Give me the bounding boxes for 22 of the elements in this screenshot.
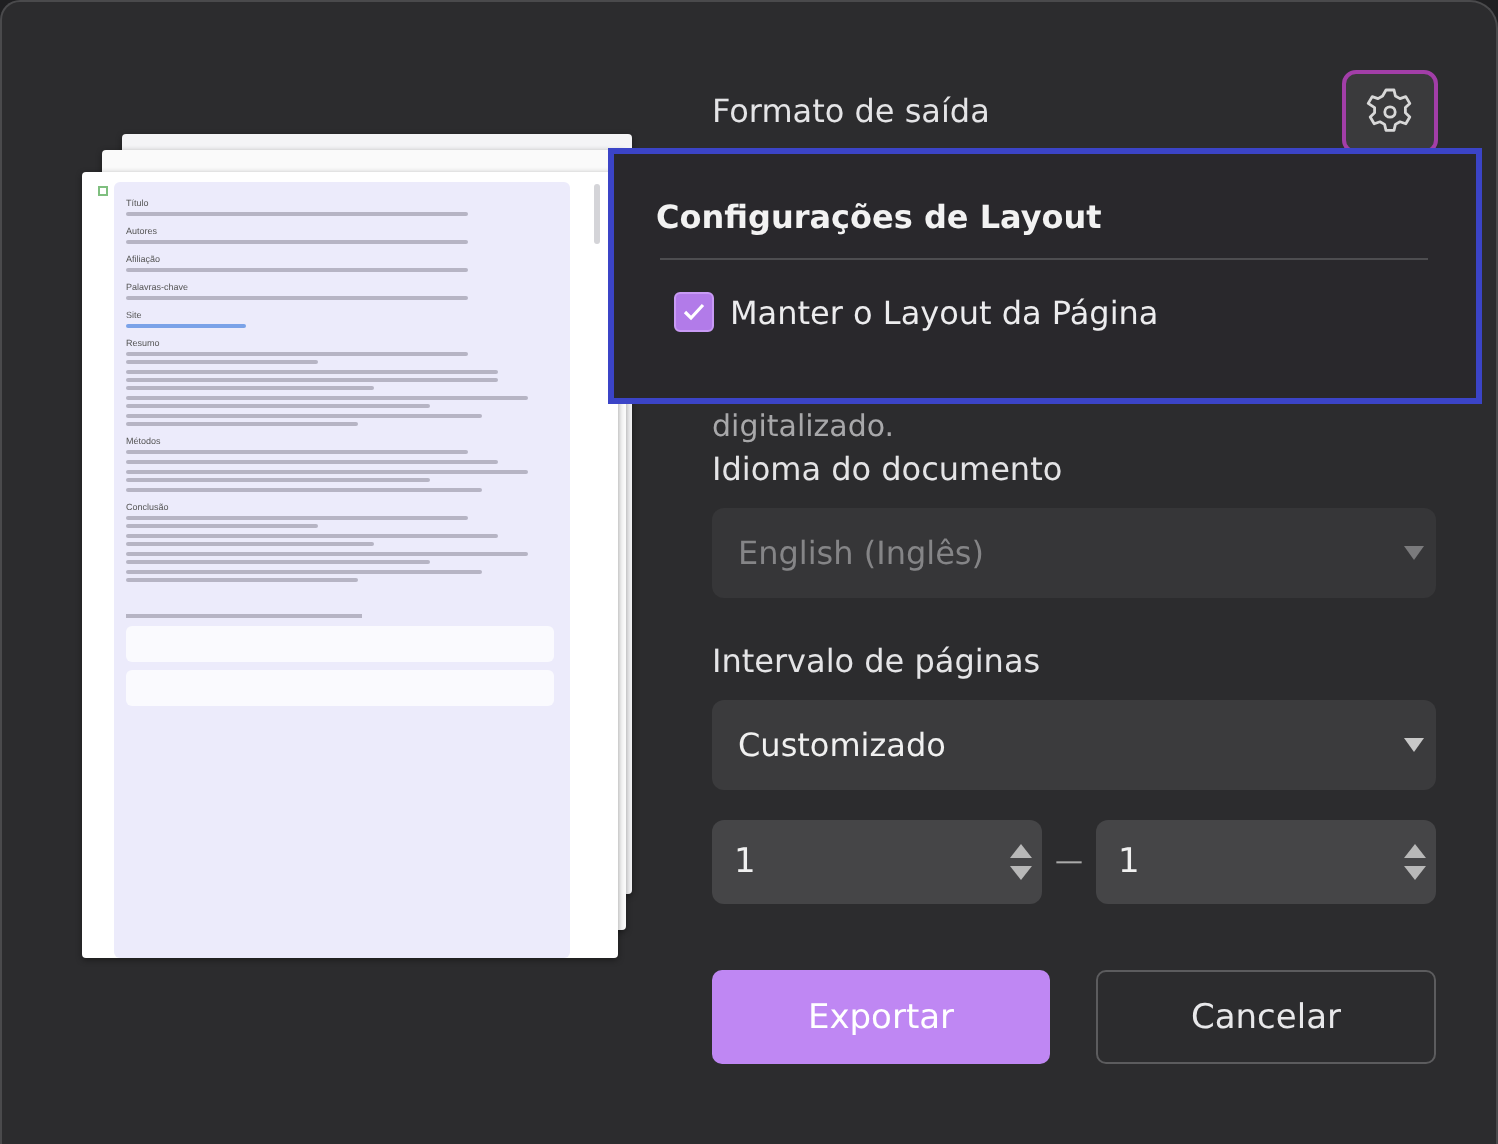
dropdown-arrow-icon [1404, 738, 1424, 752]
cancel-button[interactable]: Cancelar [1096, 970, 1436, 1064]
range-separator: — [1053, 846, 1085, 878]
checkmark-icon [682, 302, 706, 322]
number-field[interactable]: 1 [712, 820, 1042, 904]
settings-button[interactable] [1342, 70, 1438, 154]
dropdown-arrow-icon [1404, 546, 1424, 560]
scrollbar [594, 184, 600, 244]
link-line-drawing [126, 324, 246, 328]
section-label: Formato de saída [712, 92, 990, 132]
section-label: Intervalo de páginas [712, 642, 1043, 682]
popup-title: Configurações de Layout [656, 196, 1104, 240]
number-field[interactable]: 1 [1096, 820, 1436, 904]
page-range-dropdown[interactable]: Customizado [712, 700, 1436, 790]
checkbox[interactable] [674, 292, 714, 332]
checkbox-label: Manter o Layout da Página [730, 293, 1159, 331]
section-label: Idioma do documento [712, 450, 1065, 490]
description-text: digitalizado. [712, 412, 895, 440]
stepper-arrows-icon [1404, 844, 1426, 880]
settings-icon [1364, 86, 1416, 138]
page-marker-icon [98, 186, 108, 196]
stepper-arrows-icon [1010, 844, 1032, 880]
